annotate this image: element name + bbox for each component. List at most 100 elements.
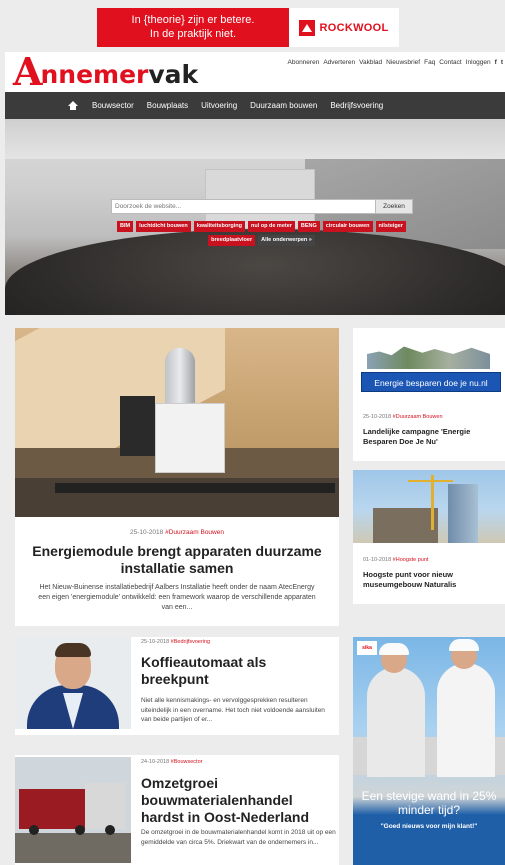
side-article-meta: 25-10-2018 #Duurzaam Bouwen	[363, 414, 443, 420]
top-banner-ad[interactable]: In {theorie} zijn er betere. In de prakt…	[97, 8, 399, 47]
list-item-image[interactable]	[15, 757, 131, 863]
list-item-date: 25-10-2018	[141, 639, 170, 645]
tag-circulair-bouwen[interactable]: circulair bouwen	[322, 221, 373, 232]
side-banner-ad[interactable]: sika Een stevige wand in 25% minder tijd…	[353, 637, 505, 865]
twitter-icon[interactable]: t	[501, 59, 503, 66]
ad-slogan-line2: In de praktijk niet.	[149, 28, 237, 40]
sika-logo: sika	[357, 641, 377, 655]
list-item-meta: 25-10-2018 #Bedrijfsvoering	[141, 639, 210, 645]
nav-item-uitvoering[interactable]: Uitvoering	[201, 101, 237, 110]
search-bar: Zoeken	[111, 199, 413, 214]
tag-nul-op-de-meter[interactable]: nul op de meter	[247, 221, 295, 232]
site-header: A nnemervak Abonneren Adverteren Vakblad…	[5, 52, 505, 92]
rockwool-logo-icon	[299, 19, 316, 36]
feature-image[interactable]	[15, 328, 339, 517]
logo-nnemer: nnemer	[40, 60, 149, 89]
tag-nilsteiger[interactable]: nilsteiger	[375, 221, 406, 232]
ad-headline: Een stevige wand in 25% minder tijd?	[361, 789, 497, 817]
side-image-building	[373, 508, 438, 543]
tag-alle-onderwerpen[interactable]: Alle onderwerpen »	[258, 235, 315, 246]
photo-wheel	[75, 825, 85, 835]
link-nieuwsbrief[interactable]: Nieuwsbrief	[386, 59, 420, 66]
link-faq[interactable]: Faq	[424, 59, 435, 66]
link-inloggen[interactable]: Inloggen	[466, 59, 491, 66]
facebook-icon[interactable]: f	[495, 59, 497, 66]
side-image-houses	[367, 346, 490, 369]
photo-wheel	[29, 825, 39, 835]
logo-wordmark: nnemervak	[40, 60, 198, 90]
hard-hat-icon	[379, 643, 409, 655]
hero-image-concrete	[5, 119, 505, 159]
photo-ground	[15, 833, 131, 863]
list-item[interactable]: 24-10-2018 #Bouwsector Omzetgroei bouwma…	[15, 755, 339, 865]
list-item-image[interactable]	[15, 637, 131, 729]
side-article-title[interactable]: Landelijke campagne 'Energie Besparen Do…	[363, 427, 501, 446]
side-image-tower	[448, 484, 478, 543]
logo-letter-a: A	[13, 49, 43, 94]
tag-breedplaatvloer[interactable]: breedplaatvloer	[208, 235, 256, 246]
ad-image-worker	[437, 663, 495, 777]
search-input[interactable]	[111, 199, 376, 214]
side-article-meta: 01-10-2018 #Hoogste punt	[363, 557, 428, 563]
ad-brand-name: ROCKWOOL	[319, 21, 389, 34]
search-button[interactable]: Zoeken	[376, 199, 413, 214]
ad-quote: "Goed nieuws voor mijn klant!"	[380, 823, 478, 830]
list-item-meta: 24-10-2018 #Bouwsector	[141, 759, 202, 765]
side-article-category[interactable]: #Hoogste punt	[393, 557, 429, 563]
list-item-title[interactable]: Koffieautomaat als breekpunt	[141, 654, 337, 688]
feature-excerpt: Het Nieuw-Buinense installatiebedrijf Aa…	[38, 584, 316, 611]
home-icon[interactable]	[68, 101, 78, 110]
side-article-image[interactable]: Energie besparen doe je nu.nl	[353, 328, 505, 405]
ad-brand: ROCKWOOL	[289, 8, 399, 47]
ad-slogan: In {theorie} zijn er betere. In de prakt…	[97, 8, 289, 47]
feature-category[interactable]: #Duurzaam Bouwen	[165, 529, 224, 536]
top-links: Abonneren Adverteren Vakblad Nieuwsbrief…	[288, 59, 504, 66]
photo-wheel	[105, 825, 115, 835]
link-contact[interactable]: Contact	[439, 59, 461, 66]
side-article-image[interactable]	[353, 470, 505, 543]
side-article[interactable]: Energie besparen doe je nu.nl 25-10-2018…	[353, 328, 505, 461]
nav-item-bouwplaats[interactable]: Bouwplaats	[147, 101, 188, 110]
list-item[interactable]: 25-10-2018 #Bedrijfsvoering Koffieautoma…	[15, 637, 339, 735]
main-nav: Bouwsector Bouwplaats Uitvoering Duurzaa…	[5, 92, 505, 119]
tag-kwaliteitsborging[interactable]: kwaliteitsborging	[193, 221, 245, 232]
side-article-date: 01-10-2018	[363, 557, 392, 563]
feature-image-pipe	[55, 483, 335, 493]
tag-luchtdicht-bouwen[interactable]: luchtdicht bouwen	[136, 221, 191, 232]
tag-bim[interactable]: BIM	[117, 221, 134, 232]
link-adverteren[interactable]: Adverteren	[323, 59, 355, 66]
site-logo[interactable]: A nnemervak	[13, 49, 198, 94]
side-article-title[interactable]: Hoogste punt voor nieuw museumgebouw Nat…	[363, 570, 501, 589]
link-vakblad[interactable]: Vakblad	[359, 59, 382, 66]
feature-article[interactable]: 25-10-2018 #Duurzaam Bouwen Energiemodul…	[15, 328, 339, 626]
side-image-crane	[431, 475, 434, 530]
list-item-excerpt: Niet alle kennismakings- en vervolggespr…	[141, 697, 325, 723]
list-item-title[interactable]: Omzetgroei bouwmaterialenhandel hardst i…	[141, 775, 337, 826]
feature-title[interactable]: Energiemodule brengt apparaten duurzame …	[25, 543, 329, 577]
nav-item-bouwsector[interactable]: Bouwsector	[92, 101, 134, 110]
ad-slogan-line1: In {theorie} zijn er betere.	[131, 14, 255, 26]
topic-tags: BIM luchtdicht bouwen kwaliteitsborging …	[109, 221, 414, 246]
list-item-category[interactable]: #Bedrijfsvoering	[171, 639, 210, 645]
feature-meta: 25-10-2018 #Duurzaam Bouwen	[15, 529, 339, 536]
side-image-banner: Energie besparen doe je nu.nl	[361, 372, 501, 392]
nav-item-bedrijfsvoering[interactable]: Bedrijfsvoering	[330, 101, 383, 110]
feature-image-unit	[155, 403, 225, 473]
logo-vak: vak	[148, 60, 199, 89]
feature-date: 25-10-2018	[130, 529, 164, 536]
side-article-date: 25-10-2018	[363, 414, 392, 420]
list-item-excerpt: De omzetgroei in de bouwmaterialenhandel…	[141, 829, 336, 846]
portrait-hair	[55, 643, 91, 657]
hero-banner: Zoeken BIM luchtdicht bouwen kwaliteitsb…	[5, 119, 505, 315]
list-item-date: 24-10-2018	[141, 759, 170, 765]
hard-hat-icon	[449, 639, 479, 651]
photo-truck-cab	[85, 783, 125, 829]
link-abonneren[interactable]: Abonneren	[288, 59, 320, 66]
tag-beng[interactable]: BENG	[297, 221, 320, 232]
nav-item-duurzaam-bouwen[interactable]: Duurzaam bouwen	[250, 101, 317, 110]
side-article-category[interactable]: #Duurzaam Bouwen	[393, 414, 443, 420]
list-item-category[interactable]: #Bouwsector	[171, 759, 203, 765]
side-article[interactable]: 01-10-2018 #Hoogste punt Hoogste punt vo…	[353, 470, 505, 604]
ad-image-worker	[367, 667, 425, 777]
feature-image-boiler	[120, 396, 155, 456]
